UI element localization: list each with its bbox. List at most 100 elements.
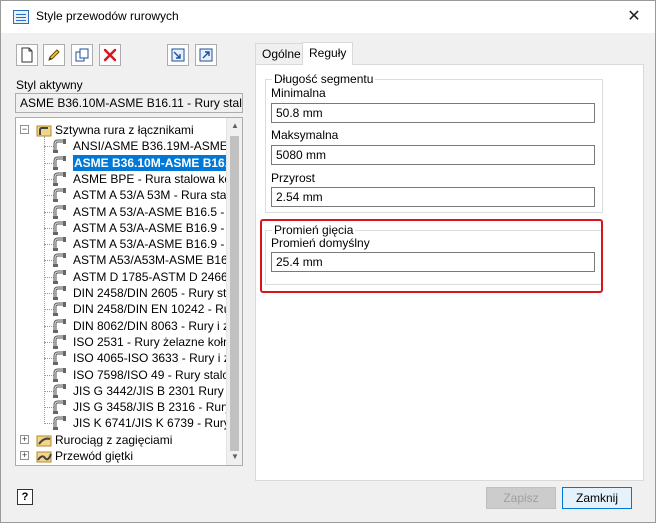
pipe-fitting-icon — [53, 253, 69, 268]
segment-length-title: Długość segmentu — [272, 72, 376, 86]
tree-item-label: ANSI/ASME B36.19M-ASME B16 — [73, 139, 243, 154]
flexible-hose-group-icon — [36, 449, 52, 463]
tree-item-label: ISO 4065-ISO 3633 - Rury i zła — [73, 351, 240, 366]
export-button[interactable] — [195, 44, 217, 66]
expand-icon[interactable]: + — [20, 451, 29, 460]
pipe-fitting-icon — [53, 220, 69, 235]
close-button[interactable]: Zamknij — [562, 487, 632, 509]
tree-item-label: ASTM A 53/A-ASME B16.9 - R — [73, 237, 237, 252]
tree-item-label: ASTM A 53/A 53M - Rura stalow — [73, 188, 243, 203]
increment-field[interactable]: 2.54 mm — [271, 187, 595, 207]
new-style-icon — [21, 47, 33, 63]
pipe-fitting-icon — [53, 302, 69, 317]
tree-group-row[interactable]: + Rurociąg z zagięciami — [16, 432, 226, 448]
pipe-fitting-icon — [53, 383, 69, 398]
tree-item[interactable]: ASTM A 53/A 53M - Rura stalow — [16, 187, 242, 203]
bent-tubing-group-icon — [36, 433, 52, 447]
tree-item-label: DIN 2458/DIN 2605 - Rury sta — [73, 286, 234, 300]
increment-label: Przyrost — [271, 171, 316, 185]
max-length-label: Maksymalna — [271, 128, 339, 142]
help-button[interactable]: ? — [17, 489, 33, 505]
active-style-field: ASME B36.10M-ASME B16.11 - Rury stalowe — [15, 93, 243, 113]
tree-item[interactable]: ASME BPE - Rura stalowa kołnie — [16, 171, 242, 187]
tree-item[interactable]: ASTM A 53/A-ASME B16.9 - R — [16, 236, 236, 252]
tree-item-label: ISO 2531 - Rury żelazne kołnie — [73, 334, 240, 349]
tree-item[interactable]: ASTM A 53/A-ASME B16.9 - R — [16, 220, 236, 236]
tree-item[interactable]: ANSI/ASME B36.19M-ASME B16 — [16, 138, 242, 154]
tree-group-label: Sztywna rura z łącznikami — [55, 123, 194, 137]
pipe-fitting-icon — [53, 286, 69, 300]
new-style-button[interactable] — [16, 44, 38, 66]
min-length-label: Minimalna — [271, 86, 326, 100]
tree-item[interactable]: ISO 4065-ISO 3633 - Rury i zła — [16, 350, 239, 366]
min-length-field[interactable]: 50.8 mm — [271, 103, 595, 123]
delete-style-button[interactable] — [99, 44, 121, 66]
tree-group-label: Przewód giętki — [55, 449, 134, 463]
copy-style-button[interactable] — [71, 44, 93, 66]
close-window-button[interactable]: ✕ — [621, 6, 647, 28]
tree-item-label: ASTM A 53/A-ASME B16.9 - R — [73, 220, 237, 235]
rigid-pipe-group-icon — [36, 123, 52, 137]
tree-item[interactable]: JIS G 3458/JIS B 2316 - Rury — [16, 399, 231, 415]
style-tree[interactable]: − Sztywna rura z łącznikami ANSI/ASME B36.… — [15, 117, 243, 466]
app-icon — [13, 10, 29, 24]
scroll-thumb[interactable] — [230, 136, 239, 451]
tree-item-label: JIS G 3458/JIS B 2316 - Rury — [73, 400, 232, 415]
pipe-fitting-icon — [53, 367, 69, 382]
tree-item[interactable]: ASME B36.10M-ASME B16. — [16, 154, 230, 171]
pipe-fitting-icon — [53, 400, 69, 415]
max-length-field[interactable]: 5080 mm — [271, 145, 595, 165]
import-button[interactable] — [167, 44, 189, 66]
title-bar: Style przewodów rurowych ✕ — [1, 1, 655, 33]
collapse-icon[interactable]: − — [20, 125, 29, 134]
pipe-fitting-icon — [53, 269, 69, 284]
tree-scrollbar[interactable]: ▲ ▼ — [226, 118, 242, 465]
tree-item[interactable]: ASTM D 1785-ASTM D 2466 - — [16, 269, 235, 285]
pipe-fitting-icon — [53, 334, 69, 349]
edit-style-button[interactable] — [43, 44, 65, 66]
pipe-fitting-icon — [53, 318, 69, 333]
tree-item[interactable]: ISO 2531 - Rury żelazne kołnie — [16, 334, 239, 350]
tree-item-label: ASME B36.10M-ASME B16. — [73, 154, 230, 171]
import-icon — [171, 48, 185, 62]
tree-item-label: DIN 2458/DIN EN 10242 - Rur — [73, 302, 235, 317]
expand-icon[interactable]: + — [20, 434, 29, 444]
tree-item[interactable]: DIN 2458/DIN EN 10242 - Rur — [16, 301, 234, 317]
delete-x-icon — [103, 48, 117, 62]
tree-item[interactable]: DIN 8062/DIN 8063 - Rury i zła — [16, 318, 238, 334]
tree-item[interactable]: ISO 7598/ISO 49 - Rury stalow — [16, 367, 238, 383]
tree-item[interactable]: ASTM A53/A53M-ASME B16.1 — [16, 252, 238, 268]
copy-style-icon — [75, 48, 89, 62]
tab-general[interactable]: Ogólne — [255, 43, 308, 65]
dialog-window: Style przewodów rurowych ✕ Styl aktywny … — [0, 0, 656, 523]
scroll-down-arrow-icon[interactable]: ▼ — [227, 449, 242, 465]
tree-item-label: ASTM A 53/A-ASME B16.5 - R — [73, 204, 237, 219]
active-style-label: Styl aktywny — [16, 78, 83, 92]
tree-item-label: DIN 8062/DIN 8063 - Rury i zła — [73, 318, 239, 333]
scroll-up-arrow-icon[interactable]: ▲ — [227, 118, 242, 134]
apply-button[interactable]: Zapisz — [486, 487, 556, 509]
tree-group-row[interactable]: + Przewód giętki — [16, 448, 226, 464]
pipe-fitting-icon — [53, 204, 69, 219]
tree-item[interactable]: JIS G 3442/JIS B 2301 Rury s — [16, 383, 233, 399]
edit-pencil-icon — [48, 49, 60, 61]
pipe-fitting-icon — [53, 188, 69, 203]
pipe-fitting-icon — [53, 139, 69, 154]
tree-item-label: ISO 7598/ISO 49 - Rury stalow — [73, 367, 238, 382]
pipe-fitting-icon — [53, 351, 69, 366]
tree-connector — [44, 136, 45, 424]
tree-group-row[interactable]: − Sztywna rura z łącznikami — [16, 122, 226, 138]
tree-item-label: JIS G 3442/JIS B 2301 Rury s — [73, 383, 234, 398]
tree-item-label: ASTM A53/A53M-ASME B16.1 — [73, 253, 238, 268]
tree-item[interactable]: JIS K 6741/JIS K 6739 - Rury i — [16, 415, 236, 431]
tree-item-label: ASME BPE - Rura stalowa kołnie — [73, 171, 243, 186]
tree-item[interactable]: DIN 2458/DIN 2605 - Rury sta — [16, 285, 233, 301]
tab-rules[interactable]: Reguły — [302, 42, 354, 65]
highlight-annotation — [260, 219, 603, 293]
pipe-fitting-icon — [53, 237, 69, 252]
window-title: Style przewodów rurowych — [36, 9, 179, 23]
pipe-fitting-icon — [53, 155, 69, 170]
tree-item-label: JIS K 6741/JIS K 6739 - Rury i — [73, 416, 236, 431]
tree-item[interactable]: ASTM A 53/A-ASME B16.5 - R — [16, 204, 236, 220]
export-icon — [199, 48, 213, 62]
